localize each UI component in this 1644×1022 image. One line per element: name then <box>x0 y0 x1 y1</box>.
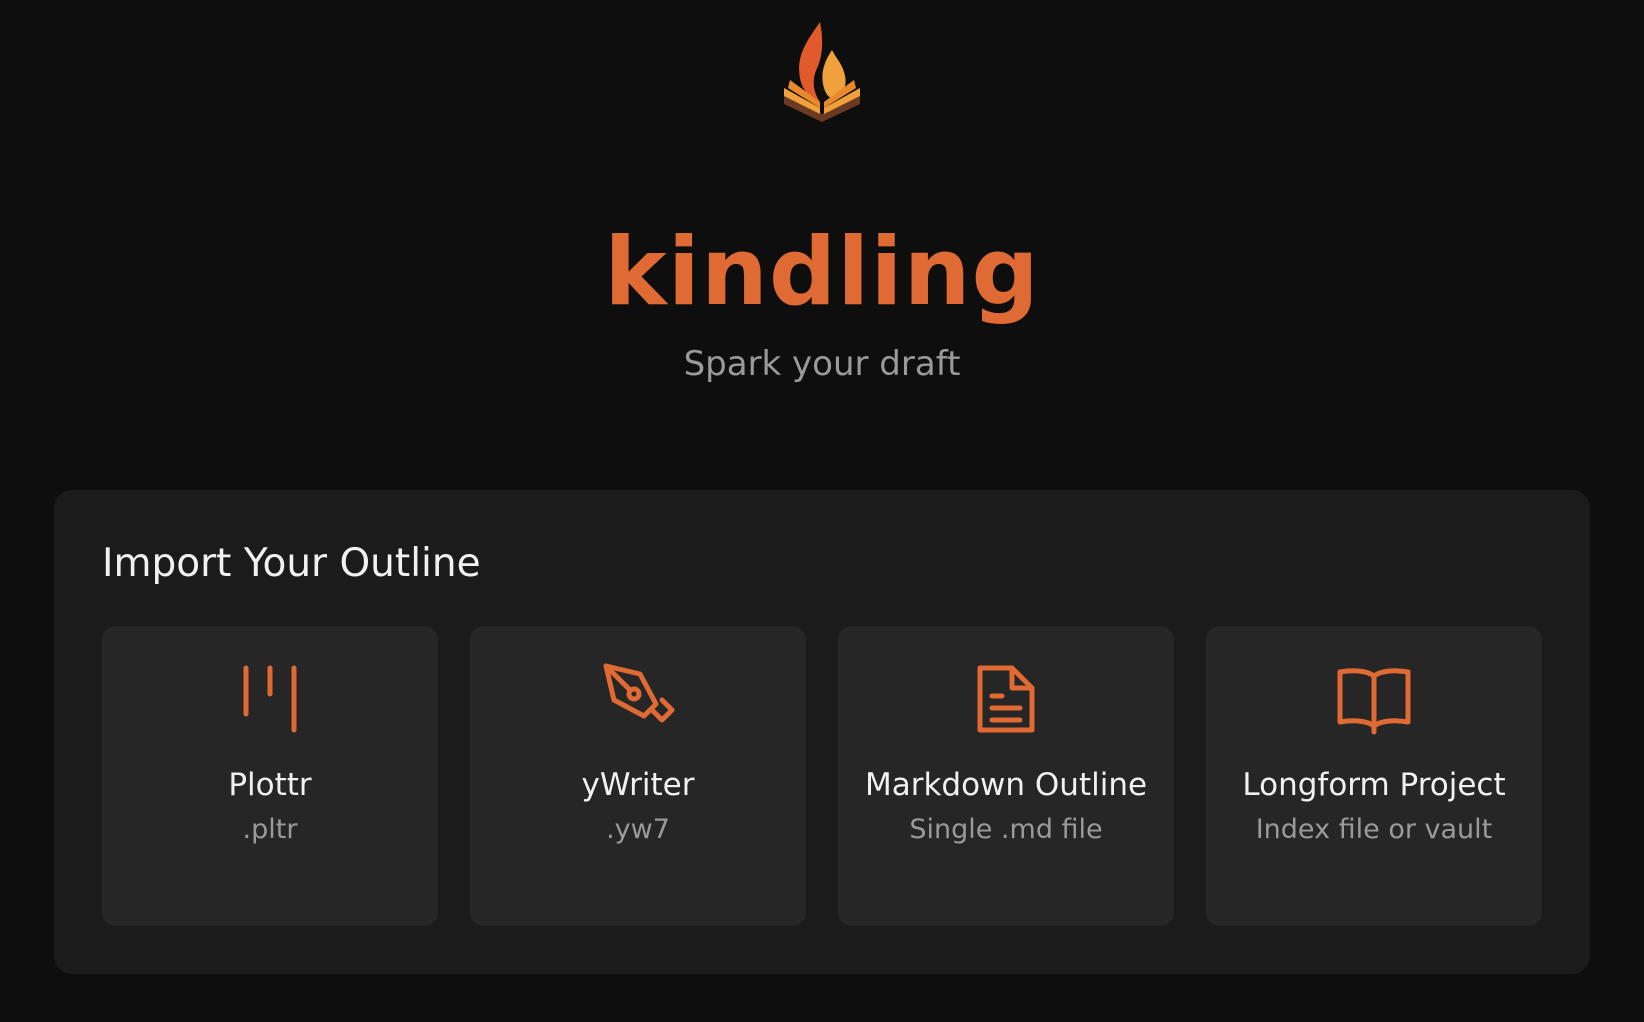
card-label: Markdown Outline <box>864 767 1148 803</box>
import-panel-title: Import Your Outline <box>102 541 481 586</box>
import-plottr-button[interactable]: Plottr .pltr <box>102 626 438 926</box>
document-icon <box>968 660 1044 736</box>
app-title: kindling <box>604 218 1040 327</box>
card-sublabel: .pltr <box>242 814 298 845</box>
app-window: kindling Spark your draft Import Your Ou… <box>0 0 1644 1022</box>
pen-nib-icon <box>600 660 676 736</box>
import-longform-button[interactable]: Longform Project Index file or vault <box>1206 626 1542 926</box>
open-book-icon <box>1336 660 1412 736</box>
columns-icon <box>232 660 308 736</box>
card-sublabel: .yw7 <box>606 814 670 845</box>
card-sublabel: Single .md file <box>909 814 1103 845</box>
import-options: Plottr .pltr yWriter .yw7 Markdown Outli… <box>102 626 1542 926</box>
card-sublabel: Index file or vault <box>1255 814 1493 845</box>
card-label: Plottr <box>228 767 312 803</box>
app-tagline: Spark your draft <box>683 344 961 384</box>
import-markdown-button[interactable]: Markdown Outline Single .md file <box>838 626 1174 926</box>
card-label: Longform Project <box>1242 767 1506 803</box>
import-panel: Import Your Outline Plottr .pltr yWriter… <box>54 490 1590 974</box>
import-ywriter-button[interactable]: yWriter .yw7 <box>470 626 806 926</box>
kindling-logo-icon <box>784 22 860 122</box>
card-label: yWriter <box>581 767 695 803</box>
